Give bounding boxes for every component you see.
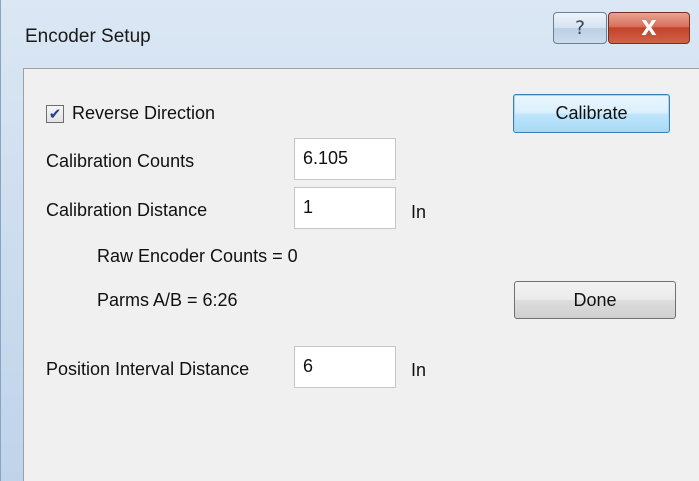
checkmark-icon: ✔: [48, 104, 62, 123]
close-button[interactable]: X: [608, 12, 690, 44]
calibration-counts-field[interactable]: 6.105: [294, 138, 396, 180]
reverse-direction-label[interactable]: Reverse Direction: [72, 103, 215, 124]
close-icon: X: [641, 16, 657, 40]
done-button[interactable]: Done: [514, 281, 676, 319]
title-bar[interactable]: Encoder Setup ? X: [1, 0, 699, 58]
calibration-distance-unit: In: [411, 202, 427, 222]
dialog-client-area: ✔ Reverse Direction Calibrate Calibratio…: [23, 68, 699, 481]
calibration-counts-label: Calibration Counts: [46, 151, 195, 171]
dialog-title: Encoder Setup: [25, 26, 151, 47]
reverse-direction-checkbox[interactable]: ✔: [46, 105, 64, 123]
calibration-distance-field[interactable]: 1: [294, 187, 396, 229]
help-icon: ?: [574, 17, 586, 39]
calibrate-button[interactable]: Calibrate: [513, 94, 670, 133]
position-interval-distance-field[interactable]: 6: [294, 346, 396, 388]
position-interval-distance-unit: In: [411, 360, 427, 380]
raw-encoder-counts-readout: Raw Encoder Counts = 0: [97, 246, 298, 266]
encoder-setup-dialog: Encoder Setup ? X ✔ Reverse Direction Ca…: [0, 0, 699, 481]
position-interval-distance-label: Position Interval Distance: [46, 359, 250, 379]
help-button[interactable]: ?: [553, 12, 607, 44]
calibration-distance-label: Calibration Distance: [46, 200, 208, 220]
parms-readout: Parms A/B = 6:26: [97, 290, 238, 310]
